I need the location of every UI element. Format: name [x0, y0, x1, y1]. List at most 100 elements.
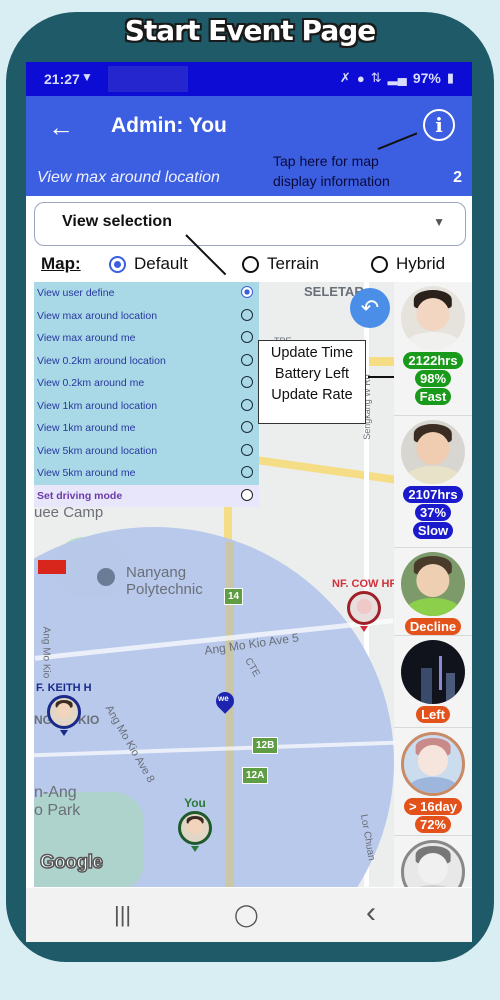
location-pin-icon: ● — [356, 70, 365, 86]
view-option[interactable]: View 1km around location — [34, 394, 259, 417]
members-sidebar[interactable]: 2122hrs 98% Fast 2107hrs 37% Slow Decline Left >… — [394, 282, 472, 887]
marker-tail — [191, 846, 199, 852]
view-option[interactable]: View 5km around location — [34, 439, 259, 462]
view-option-label: View 0.2km around me — [37, 377, 145, 389]
back-arrow-icon[interactable]: ← — [48, 112, 74, 143]
view-option-label: View user define — [37, 287, 115, 299]
view-option-label: View max around me — [37, 332, 136, 344]
radio-unselected[interactable] — [241, 443, 253, 456]
recents-button[interactable]: ||| — [114, 902, 131, 928]
avatar-face — [417, 745, 449, 776]
system-nav-bar: ||| ◯ ‹ — [26, 888, 472, 942]
map-marker-you-pin[interactable]: You — [178, 796, 212, 852]
badge-row: Left — [394, 706, 472, 724]
member-avatar[interactable] — [401, 286, 465, 350]
member-card[interactable]: Left — [394, 636, 472, 728]
legend-update-time: Update Time — [270, 345, 354, 361]
avatar-face — [416, 431, 450, 465]
status-badge: 37% — [414, 504, 452, 521]
avatar-body — [406, 466, 460, 484]
view-option[interactable]: View 0.2km around location — [34, 349, 259, 372]
info-icon[interactable]: i — [423, 109, 455, 141]
legend-callout: Update Time Battery Left Update Rate — [258, 340, 366, 424]
route-shield-14: 14 — [224, 588, 244, 605]
radio-unselected[interactable] — [241, 353, 253, 366]
map-type-terrain[interactable]: Terrain — [242, 254, 319, 274]
member-card[interactable] — [394, 836, 472, 887]
member-card[interactable]: Decline — [394, 548, 472, 636]
google-logo: Google — [39, 851, 103, 874]
view-option-label: View 1km around me — [37, 422, 136, 434]
radio-selected[interactable] — [241, 286, 253, 298]
radio-unselected[interactable] — [241, 421, 253, 433]
member-avatar[interactable] — [401, 732, 465, 796]
radio-unselected[interactable] — [241, 376, 253, 388]
avatar-body — [406, 598, 460, 616]
map-marker-keith-pin[interactable]: F. KEITH H — [36, 682, 92, 736]
map-type-terrain-label: Terrain — [267, 254, 319, 273]
map-label-park2: o Park — [34, 802, 81, 819]
view-option[interactable]: View max around me — [34, 327, 259, 350]
avatar-body — [406, 332, 460, 350]
view-option-label: View 1km around location — [37, 399, 158, 412]
battery-percent: 97% — [412, 70, 441, 86]
map-view[interactable]: SELETAR TPE Sengkang W Rd uee Camp Nanya… — [34, 282, 394, 887]
home-button[interactable]: ◯ — [234, 902, 259, 928]
hint-arrow — [377, 132, 418, 150]
legend-arrow — [368, 376, 394, 378]
map-type-default[interactable]: Default — [109, 254, 188, 274]
badge-row: Decline — [394, 618, 472, 636]
view-option[interactable]: View 5km around me — [34, 462, 259, 485]
view-option-label: View 5km around me — [37, 467, 136, 479]
info-hint: Tap here for map display information — [273, 151, 390, 191]
marker-avatar — [46, 695, 81, 729]
map-label-polytechnic: Polytechnic — [126, 581, 203, 598]
view-option-label: View 0.2km around location — [37, 354, 166, 367]
radio-unselected[interactable] — [241, 488, 253, 501]
back-button[interactable]: ‹ — [366, 896, 376, 930]
red-building-marker — [38, 560, 66, 574]
status-badge: Slow — [412, 522, 454, 539]
app-bar: ← Admin: You i Tap here for map display … — [26, 96, 472, 196]
member-avatar[interactable] — [401, 840, 465, 887]
badge-row: 2122hrs — [394, 352, 472, 370]
radio-unselected[interactable] — [241, 466, 253, 478]
info-hint-line2: display information — [273, 173, 390, 189]
view-option[interactable]: View user define — [34, 282, 259, 305]
city-skyline-icon — [439, 656, 442, 690]
status-icons: ✗ ● ⇅ ▂▄ 97% ▮ — [340, 70, 454, 86]
radio-unselected[interactable] — [241, 398, 253, 411]
view-option[interactable]: View 1km around me — [34, 417, 259, 440]
member-avatar[interactable] — [401, 420, 465, 484]
navigate-button[interactable]: ↶ — [350, 288, 390, 328]
info-hint-line1: Tap here for map — [273, 153, 379, 169]
map-type-row: Map: Default Terrain Hybrid — [26, 248, 472, 280]
redacted-area — [108, 66, 188, 92]
data-icon: ⇅ — [370, 70, 382, 85]
avatar-face — [416, 563, 450, 597]
map-marker-nf-cow-pin[interactable]: NF. COW HP — [332, 578, 394, 632]
avatar-body — [408, 884, 458, 887]
map-type-hybrid[interactable]: Hybrid — [371, 254, 445, 274]
member-card[interactable]: 2122hrs 98% Fast — [394, 282, 472, 416]
view-selection-dropdown[interactable]: View selection ▼ — [34, 202, 466, 246]
driving-mode-option[interactable]: Set driving mode — [34, 484, 259, 507]
radio-unselected[interactable] — [241, 308, 253, 321]
member-avatar[interactable] — [401, 552, 465, 616]
member-count: 2 — [453, 169, 462, 186]
marker-tail — [360, 626, 369, 632]
status-badge: > 16day — [403, 798, 463, 815]
radio-unselected[interactable] — [241, 331, 253, 343]
view-option-label: View 5km around location — [37, 444, 158, 457]
view-option[interactable]: View 0.2km around me — [34, 372, 259, 395]
view-option-label: Set driving mode — [37, 489, 123, 502]
member-card[interactable]: 2107hrs 37% Slow — [394, 416, 472, 548]
status-time: 21:27 — [44, 71, 80, 87]
we-pin-label: we — [218, 694, 229, 703]
view-option[interactable]: View max around location — [34, 304, 259, 327]
member-avatar[interactable] — [401, 640, 465, 704]
signal-icon: ▂▄ — [387, 70, 407, 85]
member-card[interactable]: > 16day 72% — [394, 728, 472, 836]
avatar-face — [416, 297, 450, 331]
battery-icon: ▮ — [446, 70, 454, 85]
